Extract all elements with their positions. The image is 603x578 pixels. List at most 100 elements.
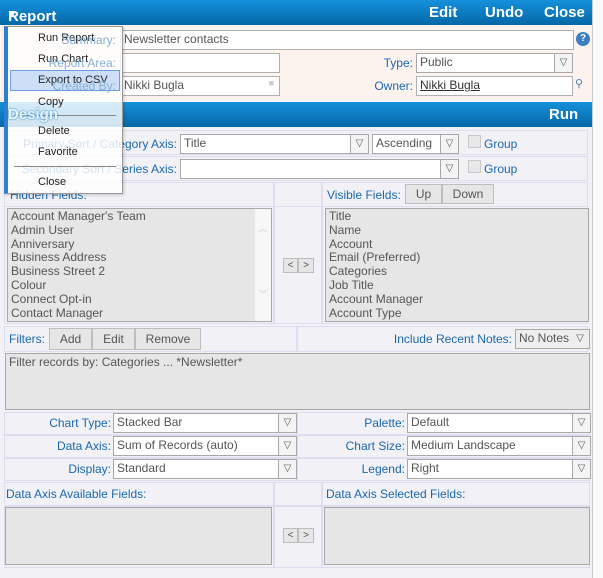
list-item[interactable]: Anniversary bbox=[11, 237, 268, 252]
list-item[interactable]: Account Manager bbox=[329, 292, 585, 307]
run-button[interactable]: Run bbox=[549, 106, 578, 123]
summary-input[interactable]: Newsletter contacts bbox=[120, 30, 574, 50]
chevron-down-icon: ▽ bbox=[350, 135, 368, 153]
created-by-label: Created By: bbox=[52, 79, 116, 93]
up-button[interactable]: Up bbox=[405, 184, 442, 204]
chevron-down-icon: ▽ bbox=[576, 333, 584, 344]
primary-sort-value: Title bbox=[184, 136, 207, 150]
chevron-down-icon: ▽ bbox=[572, 437, 590, 455]
lock-icon: ■ bbox=[268, 78, 274, 88]
summary-label: Summary: bbox=[61, 33, 116, 47]
notes-select[interactable]: No Notes ▽ bbox=[515, 329, 590, 349]
menu-item-close[interactable]: Close bbox=[38, 176, 66, 188]
filters-label: Filters: bbox=[9, 332, 45, 346]
group-label-secondary: Group bbox=[484, 162, 518, 176]
details-panel: Summary: Newsletter contacts ? Report Ar… bbox=[0, 25, 592, 101]
legend-select[interactable]: Right ▽ bbox=[407, 459, 591, 479]
remove-filter-button[interactable]: Remove bbox=[135, 328, 201, 350]
list-item[interactable]: Title bbox=[329, 209, 585, 224]
secondary-sort-select[interactable]: ▽ bbox=[180, 159, 459, 179]
legend-label: Legend: bbox=[361, 462, 405, 476]
spacer-cell bbox=[274, 182, 322, 207]
primary-sort-select[interactable]: Title ▽ bbox=[180, 134, 369, 154]
chevron-down-icon: ▽ bbox=[278, 414, 296, 432]
move-left-button[interactable]: < bbox=[283, 528, 298, 543]
available-fields-list[interactable] bbox=[5, 507, 272, 565]
list-item[interactable]: Categories bbox=[329, 264, 585, 279]
data-axis-label: Data Axis: bbox=[56, 439, 111, 453]
list-item[interactable]: Name bbox=[329, 223, 585, 238]
help-icon[interactable]: ? bbox=[576, 32, 590, 46]
undo-button[interactable]: Undo bbox=[485, 4, 523, 21]
filter-text-area[interactable]: Filter records by: Categories ... *Newsl… bbox=[5, 353, 590, 410]
selected-fields-label: Data Axis Selected Fields: bbox=[326, 487, 466, 501]
move-right-button[interactable]: > bbox=[298, 258, 314, 273]
type-select[interactable]: Public ▽ bbox=[416, 53, 573, 73]
list-item[interactable]: Contact Manager bbox=[11, 306, 268, 321]
visible-fields-list[interactable]: Title Name Account Email (Preferred) Cat… bbox=[325, 208, 589, 322]
display-select[interactable]: Standard ▽ bbox=[113, 459, 297, 479]
search-icon[interactable]: ⚲ bbox=[575, 77, 583, 90]
report-header-bar: Report ▼ Edit Undo Close bbox=[0, 0, 592, 25]
chart-type-select[interactable]: Stacked Bar ▽ bbox=[113, 413, 297, 433]
list-item[interactable]: Account bbox=[329, 237, 585, 252]
edit-button[interactable]: Edit bbox=[429, 4, 457, 21]
list-item[interactable]: Job Title bbox=[329, 278, 585, 293]
list-item[interactable]: Account Type bbox=[329, 306, 585, 321]
menu-separator bbox=[14, 166, 116, 167]
notes-label: Include Recent Notes: bbox=[393, 332, 512, 346]
chevron-down-icon: ▽ bbox=[572, 414, 590, 432]
close-button[interactable]: Close bbox=[544, 4, 585, 21]
scrollbar[interactable]: ︿ ﹀ bbox=[255, 209, 271, 321]
available-fields-label: Data Axis Available Fields: bbox=[6, 487, 147, 501]
list-item[interactable]: Account Manager's Team bbox=[11, 209, 268, 224]
palette-label: Palette: bbox=[364, 416, 405, 430]
spacer-cell bbox=[274, 482, 322, 506]
chevron-down-icon[interactable]: ﹀ bbox=[258, 289, 268, 303]
notes-value: No Notes bbox=[519, 331, 570, 345]
menu-item-favorite[interactable]: Favorite bbox=[38, 146, 78, 158]
edit-filter-button[interactable]: Edit bbox=[92, 328, 135, 350]
chart-size-select[interactable]: Medium Landscape ▽ bbox=[407, 436, 591, 456]
chevron-down-icon: ▽ bbox=[554, 54, 572, 72]
chevron-down-icon: ▽ bbox=[278, 460, 296, 478]
display-label: Display: bbox=[68, 462, 111, 476]
selected-fields-list[interactable] bbox=[324, 507, 590, 565]
group-label-primary: Group bbox=[484, 137, 518, 151]
list-item[interactable]: Email (Preferred) bbox=[329, 251, 585, 265]
list-item[interactable]: Admin User bbox=[11, 223, 268, 238]
chart-size-label: Chart Size: bbox=[345, 439, 405, 453]
data-axis-select[interactable]: Sum of Records (auto) ▽ bbox=[113, 436, 297, 456]
legend-value: Right bbox=[411, 461, 440, 475]
hidden-fields-list[interactable]: Account Manager's Team Admin User Annive… bbox=[7, 208, 272, 322]
report-menu-button[interactable]: Report ▼ bbox=[8, 4, 56, 25]
move-left-button[interactable]: < bbox=[283, 258, 298, 273]
chevron-up-icon[interactable]: ︿ bbox=[258, 223, 268, 237]
down-button[interactable]: Down bbox=[442, 184, 494, 204]
type-label: Type: bbox=[383, 56, 413, 70]
display-value: Standard bbox=[117, 461, 166, 475]
design-title[interactable]: Design bbox=[8, 106, 58, 123]
group-checkbox-secondary[interactable] bbox=[468, 160, 481, 173]
owner-input[interactable]: Nikki Bugla bbox=[416, 76, 573, 96]
visible-fields-label: Visible Fields: bbox=[327, 188, 401, 202]
palette-value: Default bbox=[411, 415, 450, 429]
group-checkbox-primary[interactable] bbox=[468, 135, 481, 148]
report-area-input[interactable] bbox=[120, 53, 280, 73]
add-filter-button[interactable]: Add bbox=[49, 328, 92, 350]
move-right-button[interactable]: > bbox=[298, 528, 314, 543]
chevron-down-icon: ▽ bbox=[572, 460, 590, 478]
chevron-down-icon: ▽ bbox=[278, 437, 296, 455]
list-item[interactable]: Business Street 2 bbox=[11, 264, 268, 279]
type-value: Public bbox=[420, 55, 453, 69]
sort-order-select[interactable]: Ascending ▽ bbox=[372, 134, 459, 154]
menu-item-delete[interactable]: Delete bbox=[38, 125, 70, 137]
list-item[interactable]: Connect Opt-in bbox=[11, 292, 268, 307]
palette-select[interactable]: Default ▽ bbox=[407, 413, 591, 433]
sort-order-value: Ascending bbox=[376, 136, 433, 150]
list-item[interactable]: Business Address bbox=[11, 251, 268, 265]
list-item[interactable]: Colour bbox=[11, 278, 268, 293]
chevron-down-icon: ▽ bbox=[440, 160, 458, 178]
chart-type-label: Chart Type: bbox=[49, 416, 111, 430]
created-by-value: Nikki Bugla bbox=[124, 78, 185, 92]
